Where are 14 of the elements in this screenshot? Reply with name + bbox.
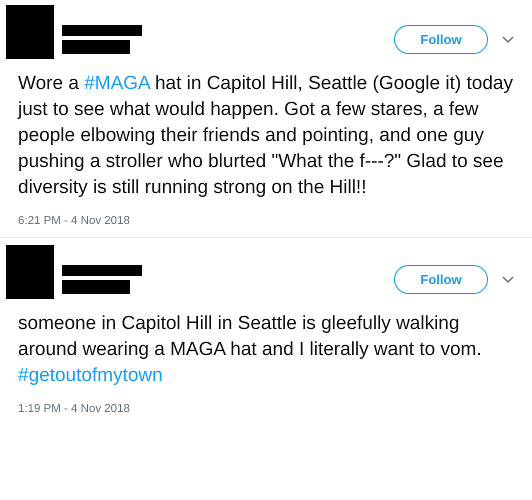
follow-button[interactable]: Follow (394, 25, 488, 54)
follow-button[interactable]: Follow (394, 265, 488, 294)
hashtag-link[interactable]: #getoutofmytown (18, 365, 163, 386)
tweet-text: someone in Capitol Hill in Seattle is gleefully walking around wearing a MAGA hat and I literally want to vom. #getoutofmytown (18, 312, 483, 388)
chevron-down-icon[interactable] (502, 276, 514, 284)
tweet-text: Wore a #MAGA hat in Capitol Hill, Seattle (Google it) today just to see what would happen. Got a few stares, a few people elbowing their friends and pointing, and one guy pushing a stroller who blurted "What the f---?" Glad to see diversity is still running strong on the Hill!! (18, 72, 514, 200)
timestamp[interactable]: 1:19 PM - 4 Nov 2018 (18, 403, 130, 415)
redaction-block (6, 245, 54, 299)
timestamp[interactable]: 6:21 PM - 4 Nov 2018 (18, 215, 130, 227)
redaction-block (62, 280, 130, 294)
chevron-down-icon[interactable] (502, 36, 514, 44)
hashtag-link[interactable]: #MAGA (84, 73, 150, 94)
redaction-block (6, 5, 54, 59)
redaction-block (62, 40, 130, 54)
